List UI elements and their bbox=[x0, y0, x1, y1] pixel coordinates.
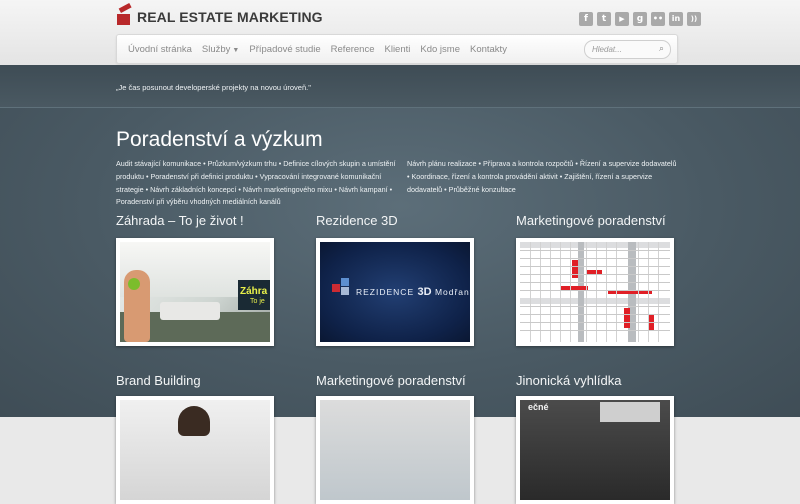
card-title-rezidence-3d[interactable]: Rezidence 3D bbox=[316, 213, 398, 228]
gantt-chart-image bbox=[520, 242, 670, 342]
nav-item-references[interactable]: Reference bbox=[331, 44, 375, 55]
zahrada-image: Záhra To je bbox=[120, 242, 270, 342]
nav-item-services-label: Služby bbox=[201, 43, 231, 55]
search-box: ⌕ bbox=[584, 40, 671, 59]
thumb-marketing-1[interactable] bbox=[516, 238, 674, 346]
thumb-rezidence-3d[interactable]: REZIDENCE 3D Modřany bbox=[316, 238, 474, 346]
site-header: REAL ESTATE MARKETING f t ▶ g •• in )) Ú… bbox=[0, 0, 800, 65]
rezidence-image-location: Modřany bbox=[434, 287, 470, 297]
card-title-marketing-2[interactable]: Marketingové poradenství bbox=[316, 373, 466, 388]
site-logo[interactable]: REAL ESTATE MARKETING bbox=[116, 2, 323, 28]
twitter-icon[interactable]: t bbox=[597, 12, 611, 26]
rezidence-image: REZIDENCE 3D Modřany bbox=[320, 242, 470, 342]
zahrada-image-text: Záhra bbox=[240, 286, 268, 297]
cubes-logo-icon bbox=[332, 278, 352, 298]
jinonicka-image: ečné bbox=[520, 400, 670, 500]
thumb-zahrada[interactable]: Záhra To je bbox=[116, 238, 274, 346]
search-input[interactable] bbox=[592, 43, 652, 56]
section-title: Poradenství a výzkum bbox=[116, 128, 323, 151]
tagline-quote: „Je čas posunout developerské projekty n… bbox=[116, 83, 311, 92]
quote-band: „Je čas posunout developerské projekty n… bbox=[0, 65, 800, 108]
brand-name: REAL ESTATE MARKETING bbox=[137, 9, 323, 25]
nav-item-about[interactable]: Kdo jsme bbox=[420, 44, 460, 55]
apple-shape bbox=[128, 278, 140, 290]
search-icon[interactable]: ⌕ bbox=[659, 43, 664, 54]
brand-building-image bbox=[120, 400, 270, 500]
social-links: f t ▶ g •• in )) bbox=[579, 12, 701, 26]
rezidence-image-3d: 3D bbox=[417, 286, 432, 298]
google-icon[interactable]: g bbox=[633, 12, 647, 26]
rezidence-image-text: REZIDENCE 3D Modřany bbox=[356, 286, 470, 298]
services-list-left: Audit stávající komunikace • Průzkum/výz… bbox=[116, 159, 396, 207]
nav-item-clients[interactable]: Klienti bbox=[385, 44, 411, 55]
card-title-zahrada[interactable]: Záhrada – To je život ! bbox=[116, 213, 244, 228]
marketing-2-image bbox=[320, 400, 470, 500]
card-title-brand-building[interactable]: Brand Building bbox=[116, 373, 201, 388]
rss-icon[interactable]: )) bbox=[687, 12, 701, 26]
nav-item-home[interactable]: Úvodní stránka bbox=[128, 44, 192, 55]
youtube-icon[interactable]: ▶ bbox=[615, 12, 629, 26]
thumb-brand-building[interactable] bbox=[116, 396, 274, 504]
card-title-jinonicka[interactable]: Jinonická vyhlídka bbox=[516, 373, 622, 388]
thumb-marketing-2[interactable] bbox=[316, 396, 474, 504]
nav-item-services[interactable]: Služby ▼ bbox=[202, 44, 239, 55]
zahrada-image-subtext: To je bbox=[250, 298, 265, 305]
rezidence-image-word: REZIDENCE bbox=[356, 287, 415, 297]
thumb-jinonicka[interactable]: ečné bbox=[516, 396, 674, 504]
logo-icon bbox=[116, 2, 133, 26]
linkedin-icon[interactable]: in bbox=[669, 12, 683, 26]
services-list-right: Návrh plánu realizace • Příprava a kontr… bbox=[407, 159, 677, 194]
card-title-marketing-1[interactable]: Marketingové poradenství bbox=[516, 213, 666, 228]
chevron-down-icon: ▼ bbox=[232, 46, 240, 54]
facebook-icon[interactable]: f bbox=[579, 12, 593, 26]
nav-item-case-studies[interactable]: Případové studie bbox=[249, 44, 320, 55]
nav-item-contacts[interactable]: Kontakty bbox=[470, 44, 507, 55]
main-nav: Úvodní stránka Služby ▼ Případové studie … bbox=[116, 34, 678, 64]
jinonicka-image-text: ečné bbox=[528, 402, 549, 412]
main-content: „Je čas posunout developerské projekty n… bbox=[0, 65, 800, 504]
flickr-icon[interactable]: •• bbox=[651, 12, 665, 26]
